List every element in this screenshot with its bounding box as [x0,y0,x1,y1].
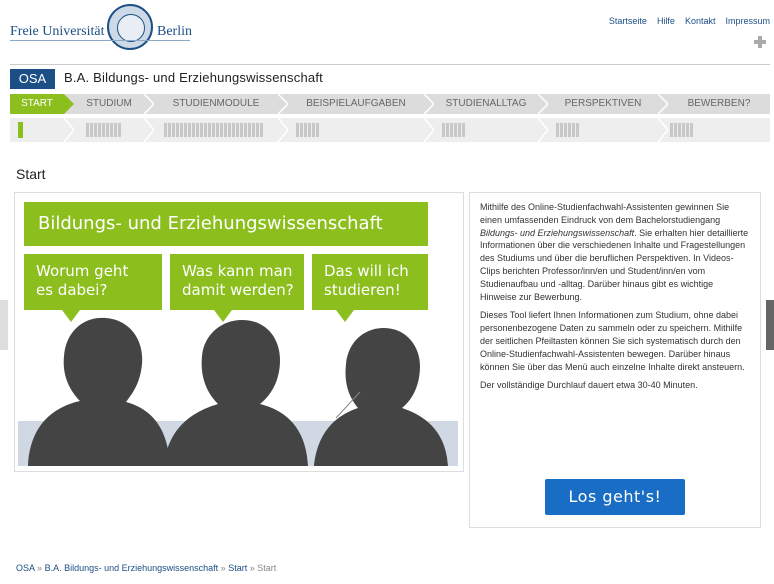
breadcrumb-current: Start [257,563,277,573]
bubble-das-line1: Das will ich [324,262,409,280]
breadcrumb-osa[interactable]: OSA [16,563,35,573]
progress-separator [63,117,75,143]
progress-bewerben[interactable] [670,123,694,137]
info-paragraph-3: Der vollständige Durchlauf dauert etwa 3… [480,380,698,391]
link-impressum[interactable]: Impressum [725,16,770,26]
bubble-was-line2: damit werden? [182,281,294,299]
bubble-was-kann-man[interactable]: Was kann man damit werden? [170,254,304,322]
start-button[interactable]: Los geht's! [545,479,685,515]
tab-separator [144,94,154,114]
progress-studium[interactable] [86,123,122,137]
info-p1-start: Mithilfe des Online-Studienfachwahl-Assi… [480,202,730,225]
bubble-pointer [336,310,354,322]
hero-banner-text: Bildungs- und Erziehungswissenschaft [38,213,383,234]
link-kontakt[interactable]: Kontakt [685,16,716,26]
next-arrow-tab[interactable] [766,300,774,350]
breadcrumb-sep: » [249,563,255,573]
bubble-pointer [214,310,232,322]
bubble-worum-line2: es dabei? [36,281,108,299]
title-divider [10,64,770,65]
tab-bewerben[interactable]: BEWERBEN? [668,94,770,114]
page-title: Start [16,166,46,182]
university-seal-logo[interactable] [107,4,153,50]
progress-separator [657,117,669,143]
tab-separator [538,94,548,114]
link-startseite[interactable]: Startseite [609,16,647,26]
logo-underline [10,40,190,41]
plus-icon[interactable] [754,36,766,48]
tab-separator [424,94,434,114]
tab-studienalltag[interactable]: STUDIENALLTAG [434,94,538,114]
bubble-das-line2: studieren! [324,281,401,299]
progress-separator [143,117,155,143]
bubble-worum-line1: Worum geht [36,262,129,280]
breadcrumb-program[interactable]: B.A. Bildungs- und Erziehungswissenschaf… [45,563,219,573]
info-panel: Mithilfe des Online-Studienfachwahl-Assi… [469,192,761,528]
tab-separator [658,94,668,114]
progress-separator [277,117,289,143]
progress-current-marker [18,122,23,138]
info-p1-end: . Sie erhalten hier detaillierte Informa… [480,227,749,302]
tab-studium[interactable]: STUDIUM [74,94,144,114]
progress-studienalltag[interactable] [442,123,466,137]
breadcrumb-sep: » [37,563,43,573]
osa-badge[interactable]: OSA [10,69,55,89]
logo-text-left: Freie Universität [10,24,105,39]
progress-separator [537,117,549,143]
tab-start[interactable]: START [10,94,64,114]
progress-studienmodule[interactable] [164,123,264,137]
tab-beispielaufgaben[interactable]: BEISPIELAUFGABEN [288,94,424,114]
bubble-pointer [62,310,80,322]
bubble-worum[interactable]: Worum geht es dabei? [24,254,162,322]
progress-perspektiven[interactable] [556,123,580,137]
logo-text-right: Berlin [157,24,192,39]
info-paragraph-2: Dieses Tool liefert Ihnen Informationen … [480,310,745,372]
info-p1-program: Bildungs- und Erziehungswissenschaft [480,227,635,238]
progress-nav [10,117,770,143]
hero-banner: Bildungs- und Erziehungswissenschaft [24,202,428,246]
breadcrumb: OSA » B.A. Bildungs- und Erziehungswisse… [16,563,276,573]
bubble-das-will-ich[interactable]: Das will ich studieren! [312,254,428,322]
tab-studienmodule[interactable]: STUDIENMODULE [154,94,278,114]
tab-separator [278,94,288,114]
program-title: B.A. Bildungs- und Erziehungswissenschaf… [64,70,323,85]
tab-separator [64,94,74,114]
breadcrumb-sep: » [220,563,226,573]
breadcrumb-start[interactable]: Start [228,563,247,573]
info-paragraph-1: Mithilfe des Online-Studienfachwahl-Assi… [480,201,750,303]
hero-image: Bildungs- und Erziehungswissenschaft Wor… [18,196,458,466]
progress-beispielaufgaben[interactable] [296,123,320,137]
progress-separator [423,117,435,143]
prev-arrow-tab[interactable] [0,300,8,350]
main-nav: START STUDIUM STUDIENMODULE BEISPIELAUFG… [10,94,770,114]
info-text: Mithilfe des Online-Studienfachwahl-Assi… [480,201,750,398]
bubble-was-line1: Was kann man [182,262,293,280]
top-links: Startseite Hilfe Kontakt Impressum [609,16,770,26]
tab-perspektiven[interactable]: PERSPEKTIVEN [548,94,658,114]
link-hilfe[interactable]: Hilfe [657,16,675,26]
